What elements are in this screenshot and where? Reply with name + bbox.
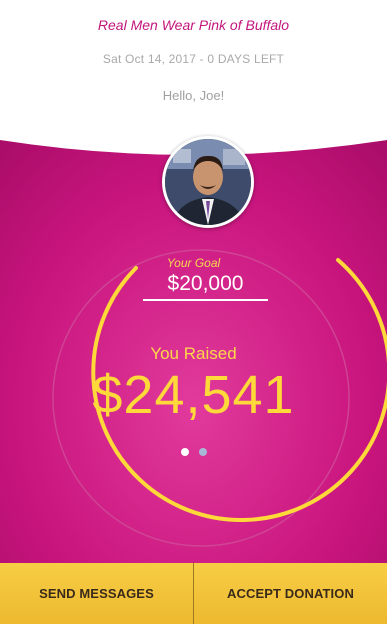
carousel-pager xyxy=(0,448,387,456)
pager-dot-2[interactable] xyxy=(198,448,207,456)
avatar[interactable] xyxy=(162,136,254,228)
pager-dot-1[interactable] xyxy=(180,448,189,456)
fundraiser-screen: Real Men Wear Pink of Buffalo Sat Oct 14… xyxy=(0,0,387,624)
progress-ring xyxy=(52,249,387,547)
action-bar: SEND MESSAGES ACCEPT DONATION xyxy=(0,563,387,624)
goal-label: Your Goal xyxy=(166,256,221,270)
user-photo-icon xyxy=(165,139,251,225)
accept-donation-button[interactable]: ACCEPT DONATION xyxy=(193,563,387,624)
raised-amount: $24,541 xyxy=(92,365,295,425)
send-messages-button[interactable]: SEND MESSAGES xyxy=(0,563,193,624)
goal-amount[interactable]: $20,000 xyxy=(143,272,268,301)
raised-label: You Raised xyxy=(150,344,237,363)
